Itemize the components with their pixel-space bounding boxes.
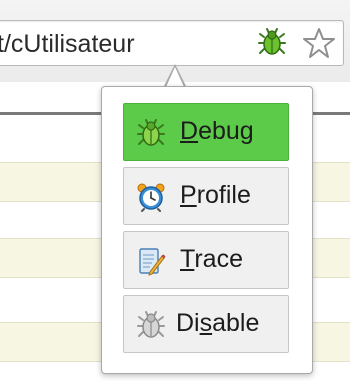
url-text[interactable]: t/cUtilisateur [0, 30, 135, 59]
trace-button[interactable]: Trace [123, 231, 289, 289]
profile-button[interactable]: Profile [123, 167, 289, 225]
popup-arrow-inner [166, 67, 184, 87]
notepad-icon [139, 248, 166, 276]
debug-button[interactable]: Debug [123, 103, 289, 161]
bug-icon[interactable] [258, 28, 286, 56]
star-icon[interactable] [302, 26, 336, 60]
debug-label: Debug [180, 117, 254, 145]
alarm-clock-icon [137, 183, 165, 212]
bug-icon [137, 119, 165, 146]
disable-label: Disable [176, 309, 260, 337]
trace-label: Trace [180, 245, 243, 273]
profile-label: Profile [180, 181, 251, 209]
address-bar[interactable]: t/cUtilisateur [0, 20, 344, 66]
disable-button[interactable]: Disable [123, 295, 289, 353]
extension-popup: Debug Profile Trace Disable [101, 86, 313, 374]
gray-bug-icon [137, 311, 165, 338]
